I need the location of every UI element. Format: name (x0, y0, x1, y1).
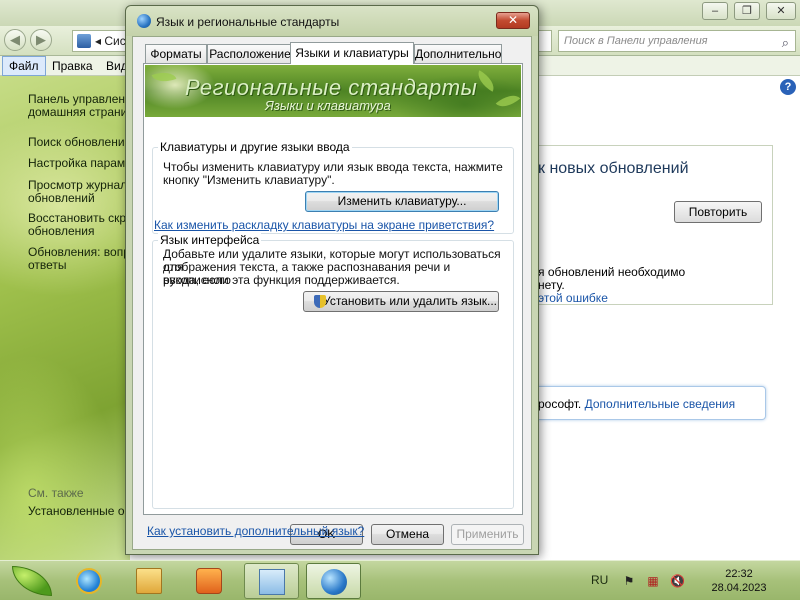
sidebar-link-faq-line2[interactable]: ответы (28, 258, 128, 272)
info-more-link[interactable]: Дополнительные сведения (585, 397, 735, 411)
update-heading: к новых обновлений (538, 160, 689, 177)
input-language-indicator[interactable]: RU (591, 573, 608, 587)
media-player-icon (196, 568, 222, 594)
update-error-line1: я обновлений необходимо (538, 265, 686, 279)
change-keyboard-button[interactable]: Изменить клавиатуру... (305, 191, 499, 212)
see-also-heading: См. также (28, 486, 84, 500)
apply-button[interactable]: Применить (451, 524, 524, 545)
tab-formats[interactable]: Форматы (145, 44, 207, 63)
menu-edit[interactable]: Правка (46, 56, 99, 76)
leaf-decoration (495, 89, 521, 113)
keyboards-group-title: Клавиатуры и другие языки ввода (158, 140, 352, 154)
dialog-titlebar[interactable]: Язык и региональные стандарты ✕ (126, 6, 538, 36)
start-leaf-icon (12, 566, 52, 596)
sidebar: Панель управления — домашняя страница По… (0, 76, 130, 560)
banner: Региональные стандарты Языки и клавиатур… (145, 65, 521, 117)
search-placeholder: Поиск в Панели управления (564, 35, 708, 47)
dialog-body: Форматы Расположение Языки и клавиатуры … (132, 36, 532, 550)
taskbar-media-player-button[interactable] (182, 563, 237, 599)
globe-icon (137, 14, 151, 28)
install-uninstall-language-button[interactable]: Установить или удалить язык... (303, 291, 499, 312)
sidebar-link-restore-line2[interactable]: обновления (28, 224, 128, 238)
display-language-group-title: Язык интерфейса (158, 233, 262, 247)
internet-explorer-icon (76, 568, 102, 594)
sidebar-link-history-line1[interactable]: Просмотр журнала (28, 178, 128, 192)
languages-keyboards-panel: Региональные стандарты Языки и клавиатур… (143, 63, 523, 538)
back-icon[interactable]: ◀ (4, 29, 26, 51)
help-icon[interactable]: ? (780, 79, 796, 95)
taskbar: RU ⚑ ▦ 🔇 22:32 28.04.2023 (0, 560, 800, 600)
display-language-group: Язык интерфейса Добавьте или удалите язы… (152, 233, 514, 509)
display-language-text-line3: ввода, если эта функция поддерживается. (163, 273, 400, 287)
minimize-button[interactable]: – (702, 2, 728, 20)
keyboards-group: Клавиатуры и другие языки ввода Чтобы из… (152, 140, 514, 234)
uac-shield-icon (314, 295, 326, 308)
control-panel-icon (259, 569, 285, 595)
menu-file[interactable]: Файл (2, 56, 46, 76)
taskbar-ie-button[interactable] (62, 563, 117, 599)
search-icon[interactable]: ⌕ (782, 33, 789, 53)
dialog-close-button[interactable]: ✕ (496, 12, 530, 29)
error-help-link[interactable]: этой ошибке (538, 291, 608, 305)
control-panel-icon (77, 34, 91, 48)
file-explorer-icon (136, 568, 162, 594)
sidebar-link-installed-updates[interactable]: Установленные обновления (28, 504, 128, 518)
action-center-flag-icon[interactable]: ⚑ (622, 574, 636, 588)
address-text: Сис (104, 34, 126, 48)
search-input[interactable]: Поиск в Панели управления ⌕ (558, 30, 796, 52)
install-language-help-link[interactable]: Как установить дополнительный язык? (147, 524, 364, 538)
start-button[interactable] (8, 564, 56, 598)
sidebar-link-settings[interactable]: Настройка параметров (28, 156, 128, 170)
update-error-line2: нету. (538, 278, 565, 292)
taskbar-region-dialog-button[interactable] (306, 563, 361, 599)
clock[interactable]: 22:32 28.04.2023 (700, 567, 778, 595)
globe-icon (321, 569, 347, 595)
install-uninstall-language-label: Установить или удалить язык... (323, 294, 497, 308)
cancel-button[interactable]: Отмена (371, 524, 444, 545)
region-language-dialog: Язык и региональные стандарты ✕ Форматы … (125, 5, 539, 555)
address-chevron-icon: ◂ (95, 34, 105, 48)
clock-time: 22:32 (725, 568, 753, 580)
sidebar-link-home-line1[interactable]: Панель управления — (28, 92, 128, 106)
sidebar-link-faq-line1[interactable]: Обновления: вопросы и (28, 245, 128, 259)
retry-button[interactable]: Повторить (674, 201, 762, 223)
sidebar-link-restore-line1[interactable]: Восстановить скрытые (28, 211, 128, 225)
maximize-button[interactable]: ❐ (734, 2, 760, 20)
network-icon[interactable]: ▦ (646, 574, 660, 588)
dialog-title: Язык и региональные стандарты (156, 15, 340, 29)
forward-icon[interactable]: ▶ (30, 29, 52, 51)
sidebar-link-check-updates[interactable]: Поиск обновлений (28, 135, 128, 149)
tab-location[interactable]: Расположение (207, 44, 293, 63)
tab-advanced[interactable]: Дополнительно (414, 44, 502, 63)
banner-subtitle: Языки и клавиатура (265, 98, 391, 113)
close-button[interactable]: ✕ (766, 2, 796, 20)
taskbar-control-panel-button[interactable] (244, 563, 299, 599)
volume-muted-icon[interactable]: 🔇 (670, 574, 685, 588)
sidebar-link-history-line2[interactable]: обновлений (28, 191, 128, 205)
taskbar-explorer-button[interactable] (122, 563, 177, 599)
leaf-decoration (151, 67, 177, 87)
tab-languages-keyboards[interactable]: Языки и клавиатуры (290, 42, 414, 64)
sidebar-link-home-line2[interactable]: домашняя страница (28, 105, 128, 119)
info-text-prefix: рософт. (538, 397, 582, 411)
keyboards-text-line2: кнопку "Изменить клавиатуру". (163, 173, 335, 187)
welcome-screen-keyboard-link[interactable]: Как изменить раскладку клавиатуры на экр… (154, 218, 494, 232)
info-text: рософт. Дополнительные сведения (538, 397, 735, 411)
clock-date: 28.04.2023 (711, 582, 767, 594)
